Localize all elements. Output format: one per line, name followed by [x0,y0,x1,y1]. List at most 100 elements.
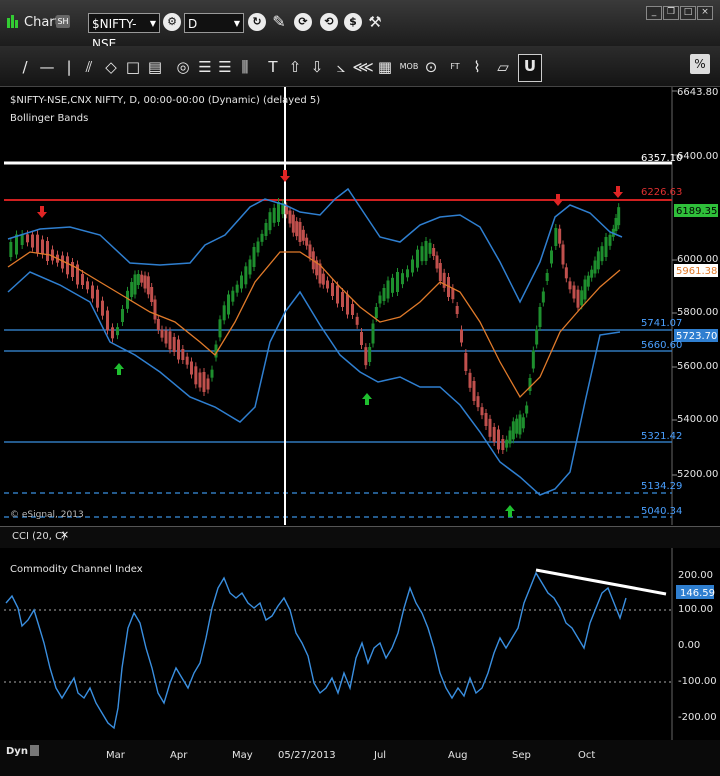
candle-body [133,274,137,295]
drawing-tool-2[interactable]: | [58,56,80,78]
candle-body [91,285,94,299]
candle-body [614,218,618,231]
tab-cci[interactable]: CCI (20, C) [12,531,66,542]
drawing-tool-4[interactable]: ◇ [100,56,122,78]
close-icon[interactable]: × [60,528,69,541]
level-label: 5741.07 [641,318,682,329]
drawing-tool-20[interactable]: ⌇ [466,56,488,78]
candle-body [341,292,344,307]
drawing-tool-0[interactable]: / [14,56,36,78]
cci-title: Commodity Channel Index [10,564,143,575]
candle-body [336,285,339,304]
wrench-icon[interactable]: ⚒ [366,13,384,31]
candle-body [617,207,621,226]
month-label: 05/27/2013 [278,750,336,761]
link-icon[interactable]: ↻ [248,13,266,31]
drawing-tool-11[interactable]: T [262,56,284,78]
cci-chart[interactable]: Commodity Channel Index 200.00 100.00 0.00 -… [0,548,720,740]
candle-body [305,237,309,246]
pencil-icon[interactable]: ✎ [270,13,288,31]
candle-body [593,260,597,274]
month-label: Jul [374,750,387,761]
indicator-label: Bollinger Bands [10,113,88,124]
drawing-tool-12[interactable]: ⇧ [284,56,306,78]
drawing-tool-8[interactable]: ☰ [194,56,216,78]
candle-body [374,307,378,318]
refresh-icon[interactable]: ⟳ [294,13,312,31]
chevron-down-icon: ▼ [233,19,240,28]
candle-body [511,421,515,440]
candle-body [561,244,565,265]
candle-body [301,229,305,241]
lock-icon[interactable] [30,745,39,756]
drawing-tool-19[interactable]: FT [444,56,466,78]
candle-body [260,233,264,242]
drawing-tool-7[interactable]: ◎ [172,56,194,78]
candle-body [468,372,472,388]
drawing-tool-18[interactable]: ⊙ [420,56,442,78]
drawing-tool-10[interactable]: ⫼ [234,56,256,78]
candle-body [252,247,256,267]
drawing-tool-13[interactable]: ⇩ [306,56,328,78]
candle-body [451,288,455,300]
candle-body [36,234,39,253]
candle-body [604,237,608,257]
candle-body [420,246,424,262]
drawing-tool-3[interactable]: ⫽ [78,56,100,78]
drawing-tool-14[interactable]: ⦣ [330,56,352,78]
candle-body [518,414,522,435]
window-title: Chart [24,15,60,30]
candle-body [554,228,558,246]
candle-body [244,266,248,285]
candle-body [360,332,363,345]
gear-icon[interactable]: ⚙ [163,13,181,31]
close-icon[interactable]: × [697,6,713,20]
drawing-tool-9[interactable]: ☰ [214,56,236,78]
candle-body [432,248,436,256]
cci-tick-label: 200.00 [678,570,713,581]
drawing-tool-6[interactable]: ▤ [144,56,166,78]
dollar-icon[interactable]: $ [344,13,362,31]
level-label: 5134.29 [641,481,682,492]
restore-icon[interactable]: □ [680,6,696,20]
sh-badge[interactable]: SH [56,15,70,28]
interval-select[interactable]: D ▼ [184,13,244,33]
candle-body [476,396,480,408]
dyn-label[interactable]: Dyn [6,746,28,757]
chevron-down-icon: ▼ [149,19,156,28]
replay-icon[interactable]: ⟲ [320,13,338,31]
drawing-tool-16[interactable]: ▦ [374,56,396,78]
candle-body [206,378,210,390]
candle-body [590,269,594,278]
candle-body [288,210,292,224]
magnet-icon[interactable]: U [518,54,542,82]
cci-tick-label: -100.00 [678,676,717,687]
symbol-select[interactable]: $NIFTY-NSE ▼ [88,13,160,51]
candle-body [140,274,144,283]
candle-body [391,277,394,293]
candle-body [218,319,222,338]
price-chart[interactable]: $NIFTY-NSE,CNX NIFTY, D, 00:00-00:00 (Dy… [0,87,720,525]
percent-icon[interactable]: % [690,54,710,74]
candle-body [9,242,13,257]
candle-body [143,275,147,289]
candle-body [378,295,382,304]
drawing-tool-21[interactable]: ▱ [492,56,514,78]
candle-body [298,222,302,242]
drawing-tool-17[interactable]: MOB [398,56,420,78]
candle-body [164,330,168,344]
candle-body [326,280,329,289]
candle-body [576,289,580,308]
candle-body [382,288,386,301]
candle-body [501,439,505,450]
price-tick-label: 6000.00 [677,254,718,265]
candle-body [321,273,325,285]
candle-body [46,241,49,261]
minimize-icon[interactable]: _ [646,6,662,20]
drawing-tool-15[interactable]: ⋘ [352,56,374,78]
drawing-tool-5[interactable]: □ [122,56,144,78]
cci-current-value: 146.59 [680,588,715,599]
restore-icon[interactable]: ❐ [663,6,679,20]
chart-background [0,87,720,525]
drawing-tool-1[interactable]: — [36,56,58,78]
